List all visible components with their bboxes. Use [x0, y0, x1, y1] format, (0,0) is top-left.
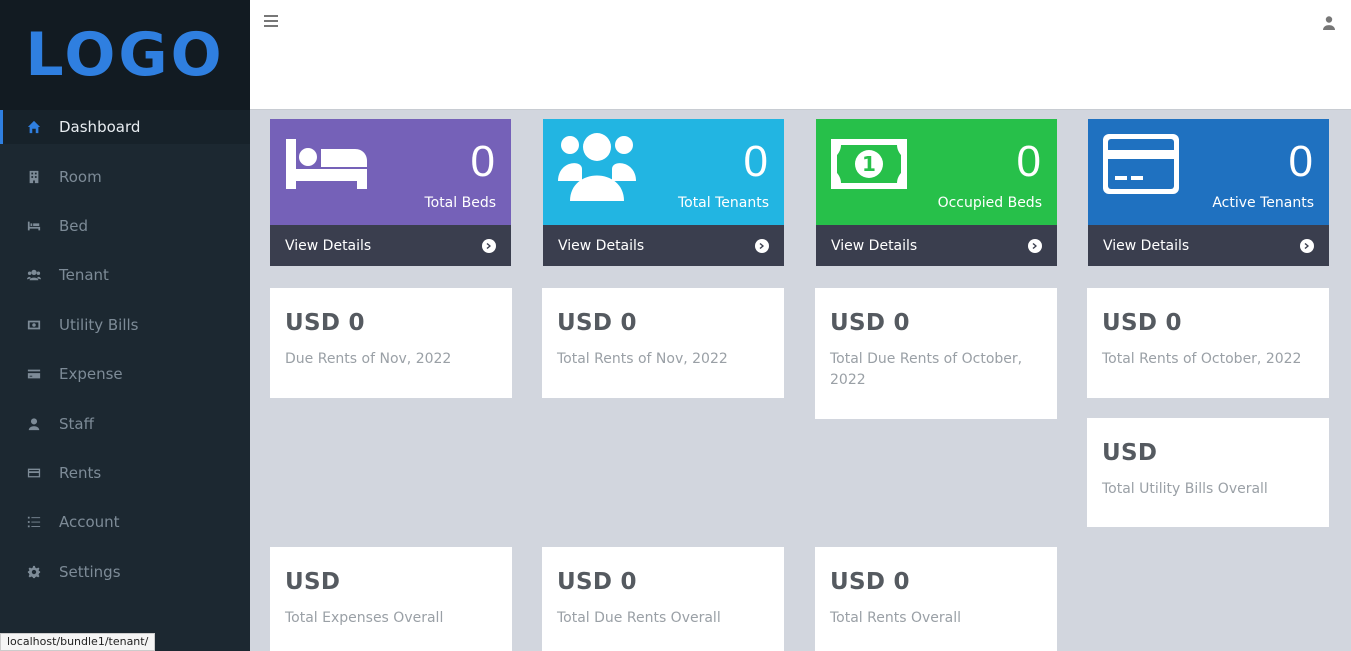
- info-description: Total Utility Bills Overall: [1102, 481, 1268, 497]
- stat-value: 0: [470, 137, 495, 186]
- logo-text: LOGO: [25, 20, 225, 90]
- users-icon: [558, 129, 636, 205]
- stat-card-body: 0 Active Tenants: [1088, 119, 1329, 225]
- bed-icon: [26, 218, 42, 234]
- stat-card-total-tenants: 0 Total Tenants View Details: [543, 119, 784, 266]
- sidebar-item-label: Dashboard: [59, 118, 141, 136]
- top-header: [250, 0, 1351, 110]
- sidebar-item-label: Room: [59, 167, 102, 186]
- users-icon: [26, 267, 42, 283]
- stat-card-occupied-beds: 1 0 Occupied Beds View Details: [816, 119, 1057, 266]
- sidebar-item-account[interactable]: Account: [0, 498, 250, 547]
- info-amount: USD 0: [557, 569, 637, 595]
- arrow-circle-right-icon: [482, 238, 496, 253]
- sidebar-item-label: Account: [59, 513, 120, 532]
- sidebar-item-bed[interactable]: Bed: [0, 201, 250, 250]
- sidebar-item-utility-bills[interactable]: Utility Bills: [0, 300, 250, 349]
- info-amount: USD 0: [1102, 310, 1182, 336]
- money-bill-icon: 1: [831, 139, 907, 193]
- money-bill-icon: [26, 317, 42, 333]
- stat-card-body: 1 0 Occupied Beds: [816, 119, 1057, 225]
- sidebar-item-dashboard[interactable]: Dashboard: [0, 110, 250, 144]
- arrow-circle-right-icon: [755, 238, 769, 253]
- stat-card-total-beds: 0 Total Beds View Details: [270, 119, 511, 266]
- info-box-due-rents-overall: USD 0 Total Due Rents Overall: [542, 547, 784, 651]
- stat-label: Total Beds: [424, 195, 496, 211]
- sidebar-item-label: Utility Bills: [59, 315, 139, 334]
- building-icon: [26, 169, 42, 185]
- user-menu-icon[interactable]: [1323, 15, 1335, 30]
- credit-card-icon: [26, 366, 42, 382]
- info-description: Total Rents Overall: [830, 610, 961, 626]
- gear-icon: [26, 564, 42, 580]
- sidebar-item-label: Expense: [59, 365, 123, 384]
- sidebar-item-settings[interactable]: Settings: [0, 547, 250, 596]
- sidebar-item-label: Tenant: [59, 266, 109, 285]
- sidebar-item-staff[interactable]: Staff: [0, 399, 250, 448]
- card-icon: [26, 465, 42, 481]
- stat-value: 0: [1016, 137, 1041, 186]
- sidebar-menu: Dashboard Room Bed Tenant Utility Bills …: [0, 110, 250, 597]
- view-details-link[interactable]: View Details: [816, 225, 1057, 266]
- info-description: Total Expenses Overall: [285, 610, 444, 626]
- info-box-expenses-overall: USD Total Expenses Overall: [270, 547, 512, 651]
- view-details-label: View Details: [1103, 237, 1190, 254]
- info-amount: USD: [1102, 440, 1158, 466]
- stat-label: Occupied Beds: [937, 195, 1042, 211]
- status-bar-url: localhost/bundle1/tenant/: [0, 633, 156, 651]
- svg-text:1: 1: [862, 152, 876, 176]
- info-box-rents-overall: USD 0 Total Rents Overall: [815, 547, 1057, 651]
- info-description: Total Rents of October, 2022: [1102, 351, 1302, 367]
- sidebar-item-label: Bed: [59, 217, 89, 236]
- logo[interactable]: LOGO: [0, 0, 250, 110]
- stat-card-active-tenants: 0 Active Tenants View Details: [1088, 119, 1329, 266]
- info-description: Due Rents of Nov, 2022: [285, 351, 452, 367]
- stat-label: Total Tenants: [677, 195, 769, 211]
- sidebar-item-label: Settings: [59, 562, 121, 581]
- credit-card-icon: [1103, 134, 1179, 198]
- sidebar-item-expense[interactable]: Expense: [0, 350, 250, 399]
- info-box-total-rents-nov: USD 0 Total Rents of Nov, 2022: [542, 288, 784, 398]
- view-details-link[interactable]: View Details: [270, 225, 511, 266]
- info-box-total-rents-october: USD 0 Total Rents of October, 2022: [1087, 288, 1329, 398]
- stat-value: 0: [1288, 137, 1313, 186]
- info-description: Total Rents of Nov, 2022: [557, 351, 728, 367]
- info-box-utility-bills-overall: USD Total Utility Bills Overall: [1087, 418, 1329, 527]
- bed-icon: [285, 131, 369, 193]
- view-details-label: View Details: [831, 237, 918, 254]
- info-description: Total Due Rents of October, 2022: [830, 351, 1023, 388]
- sidebar-item-rents[interactable]: Rents: [0, 448, 250, 497]
- info-amount: USD 0: [830, 569, 910, 595]
- arrow-circle-right-icon: [1028, 238, 1042, 253]
- list-icon: [26, 514, 42, 530]
- info-box-due-rents-october: USD 0 Total Due Rents of October, 2022: [815, 288, 1057, 419]
- stat-label: Active Tenants: [1212, 195, 1314, 211]
- sidebar: LOGO Dashboard Room Bed Tenant Utility B…: [0, 0, 250, 651]
- view-details-label: View Details: [558, 237, 645, 254]
- hamburger-icon[interactable]: [264, 15, 278, 29]
- sidebar-item-label: Staff: [59, 414, 94, 433]
- home-icon: [26, 119, 42, 135]
- view-details-link[interactable]: View Details: [543, 225, 784, 266]
- info-amount: USD 0: [557, 310, 637, 336]
- info-amount: USD 0: [830, 310, 910, 336]
- arrow-circle-right-icon: [1300, 238, 1314, 253]
- stat-card-body: 0 Total Beds: [270, 119, 511, 225]
- sidebar-item-room[interactable]: Room: [0, 152, 250, 201]
- user-icon: [26, 416, 42, 432]
- view-details-label: View Details: [285, 237, 372, 254]
- sidebar-item-label: Rents: [59, 464, 102, 483]
- stat-value: 0: [743, 137, 768, 186]
- sidebar-item-tenant[interactable]: Tenant: [0, 251, 250, 300]
- info-description: Total Due Rents Overall: [557, 610, 721, 626]
- info-box-due-rents-nov: USD 0 Due Rents of Nov, 2022: [270, 288, 512, 398]
- info-amount: USD 0: [285, 310, 365, 336]
- view-details-link[interactable]: View Details: [1088, 225, 1329, 266]
- info-amount: USD: [285, 569, 341, 595]
- stat-card-body: 0 Total Tenants: [543, 119, 784, 225]
